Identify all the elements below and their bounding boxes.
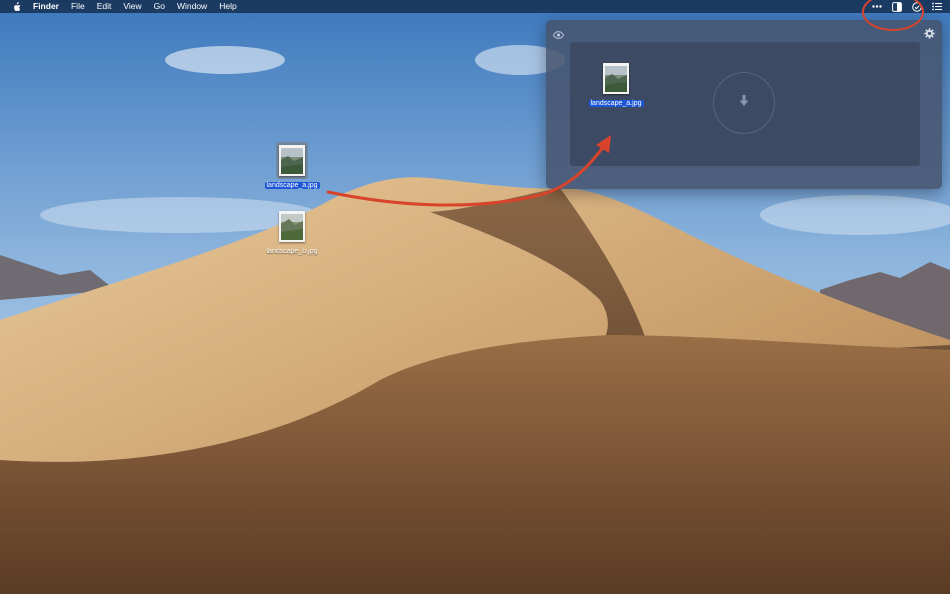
shelf-panel: landscape_a.jpg (546, 20, 942, 189)
menu-help[interactable]: Help (213, 0, 242, 13)
menu-view[interactable]: View (117, 0, 147, 13)
file-thumbnail-frame[interactable] (600, 60, 632, 97)
menu-window[interactable]: Window (171, 0, 213, 13)
file-name-label[interactable]: landscape_b.jpg (265, 248, 320, 255)
gear-icon[interactable] (924, 26, 935, 44)
menu-app-name[interactable]: Finder (31, 0, 65, 13)
image-file-icon (279, 211, 305, 242)
menu-bar: Finder File Edit View Go Window Help (0, 0, 950, 13)
apple-icon[interactable] (10, 1, 23, 12)
file-name-label[interactable]: landscape_a.jpg (588, 100, 644, 107)
file-thumbnail-frame[interactable] (276, 142, 308, 179)
eye-icon[interactable] (552, 26, 565, 44)
file-name-label[interactable]: landscape_a.jpg (264, 182, 320, 189)
menu-edit[interactable]: Edit (91, 0, 118, 13)
menu-file[interactable]: File (65, 0, 91, 13)
drop-target[interactable] (713, 72, 775, 134)
image-file-icon (603, 63, 629, 94)
desktop-file-landscape-a[interactable]: landscape_a.jpg (252, 142, 332, 189)
image-file-icon (279, 145, 305, 176)
list-icon[interactable] (931, 1, 942, 12)
desktop-file-landscape-b[interactable]: landscape_b.jpg (252, 208, 332, 255)
file-thumbnail-frame[interactable] (276, 208, 308, 245)
menu-go[interactable]: Go (148, 0, 171, 13)
download-arrow-icon (739, 94, 749, 112)
shelf-file-landscape-a[interactable]: landscape_a.jpg (576, 60, 656, 107)
